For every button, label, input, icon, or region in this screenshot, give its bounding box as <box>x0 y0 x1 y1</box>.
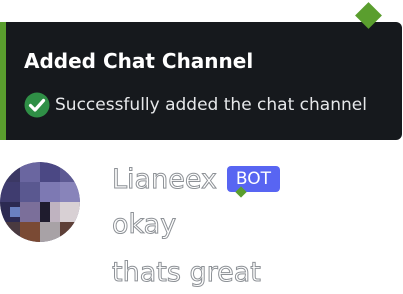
bot-badge: BOT <box>227 166 280 192</box>
toast-notification[interactable]: Added Chat Channel Successfully added th… <box>0 22 402 140</box>
toast-accent-bar <box>0 22 6 140</box>
avatar[interactable] <box>0 162 80 242</box>
check-circle-icon <box>24 92 50 118</box>
toast-message-row: Successfully added the chat channel <box>24 92 367 118</box>
message-line: okay <box>111 209 177 241</box>
toast-message: Successfully added the chat channel <box>55 95 367 115</box>
message-line: thats great <box>112 257 262 289</box>
message-author[interactable]: Lianeex <box>112 164 218 196</box>
toast-title: Added Chat Channel <box>24 49 254 73</box>
app-canvas: Added Chat Channel Successfully added th… <box>0 0 403 294</box>
